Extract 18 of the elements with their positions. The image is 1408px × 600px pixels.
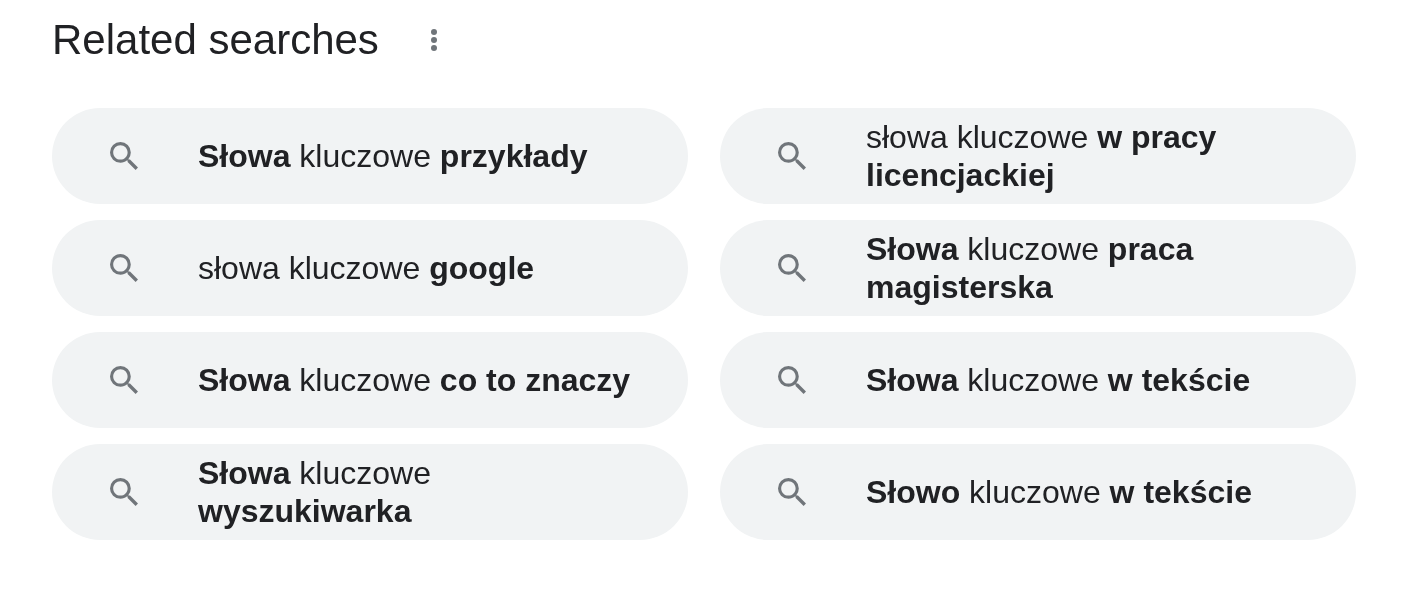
related-search-chip[interactable]: Słowa kluczowe w tekście: [720, 332, 1356, 428]
search-icon: [778, 254, 806, 282]
search-icon: [778, 142, 806, 170]
related-search-chip[interactable]: słowa kluczowe w pracy licencjackiej: [720, 108, 1356, 204]
related-search-chip[interactable]: Słowa kluczowe co to znaczy: [52, 332, 688, 428]
related-search-chip[interactable]: słowa kluczowe google: [52, 220, 688, 316]
search-icon: [110, 254, 138, 282]
related-search-chip[interactable]: Słowa kluczowe wyszukiwarka: [52, 444, 688, 540]
section-title: Related searches: [52, 16, 379, 64]
related-search-chip[interactable]: Słowa kluczowe praca magisterska: [720, 220, 1356, 316]
more-options-icon[interactable]: [430, 29, 437, 51]
search-icon: [778, 478, 806, 506]
search-icon: [778, 366, 806, 394]
search-icon: [110, 478, 138, 506]
search-icon: [110, 142, 138, 170]
search-icon: [110, 366, 138, 394]
related-search-chip[interactable]: Słowo kluczowe w tekście: [720, 444, 1356, 540]
related-search-chip[interactable]: Słowa kluczowe przykłady: [52, 108, 688, 204]
